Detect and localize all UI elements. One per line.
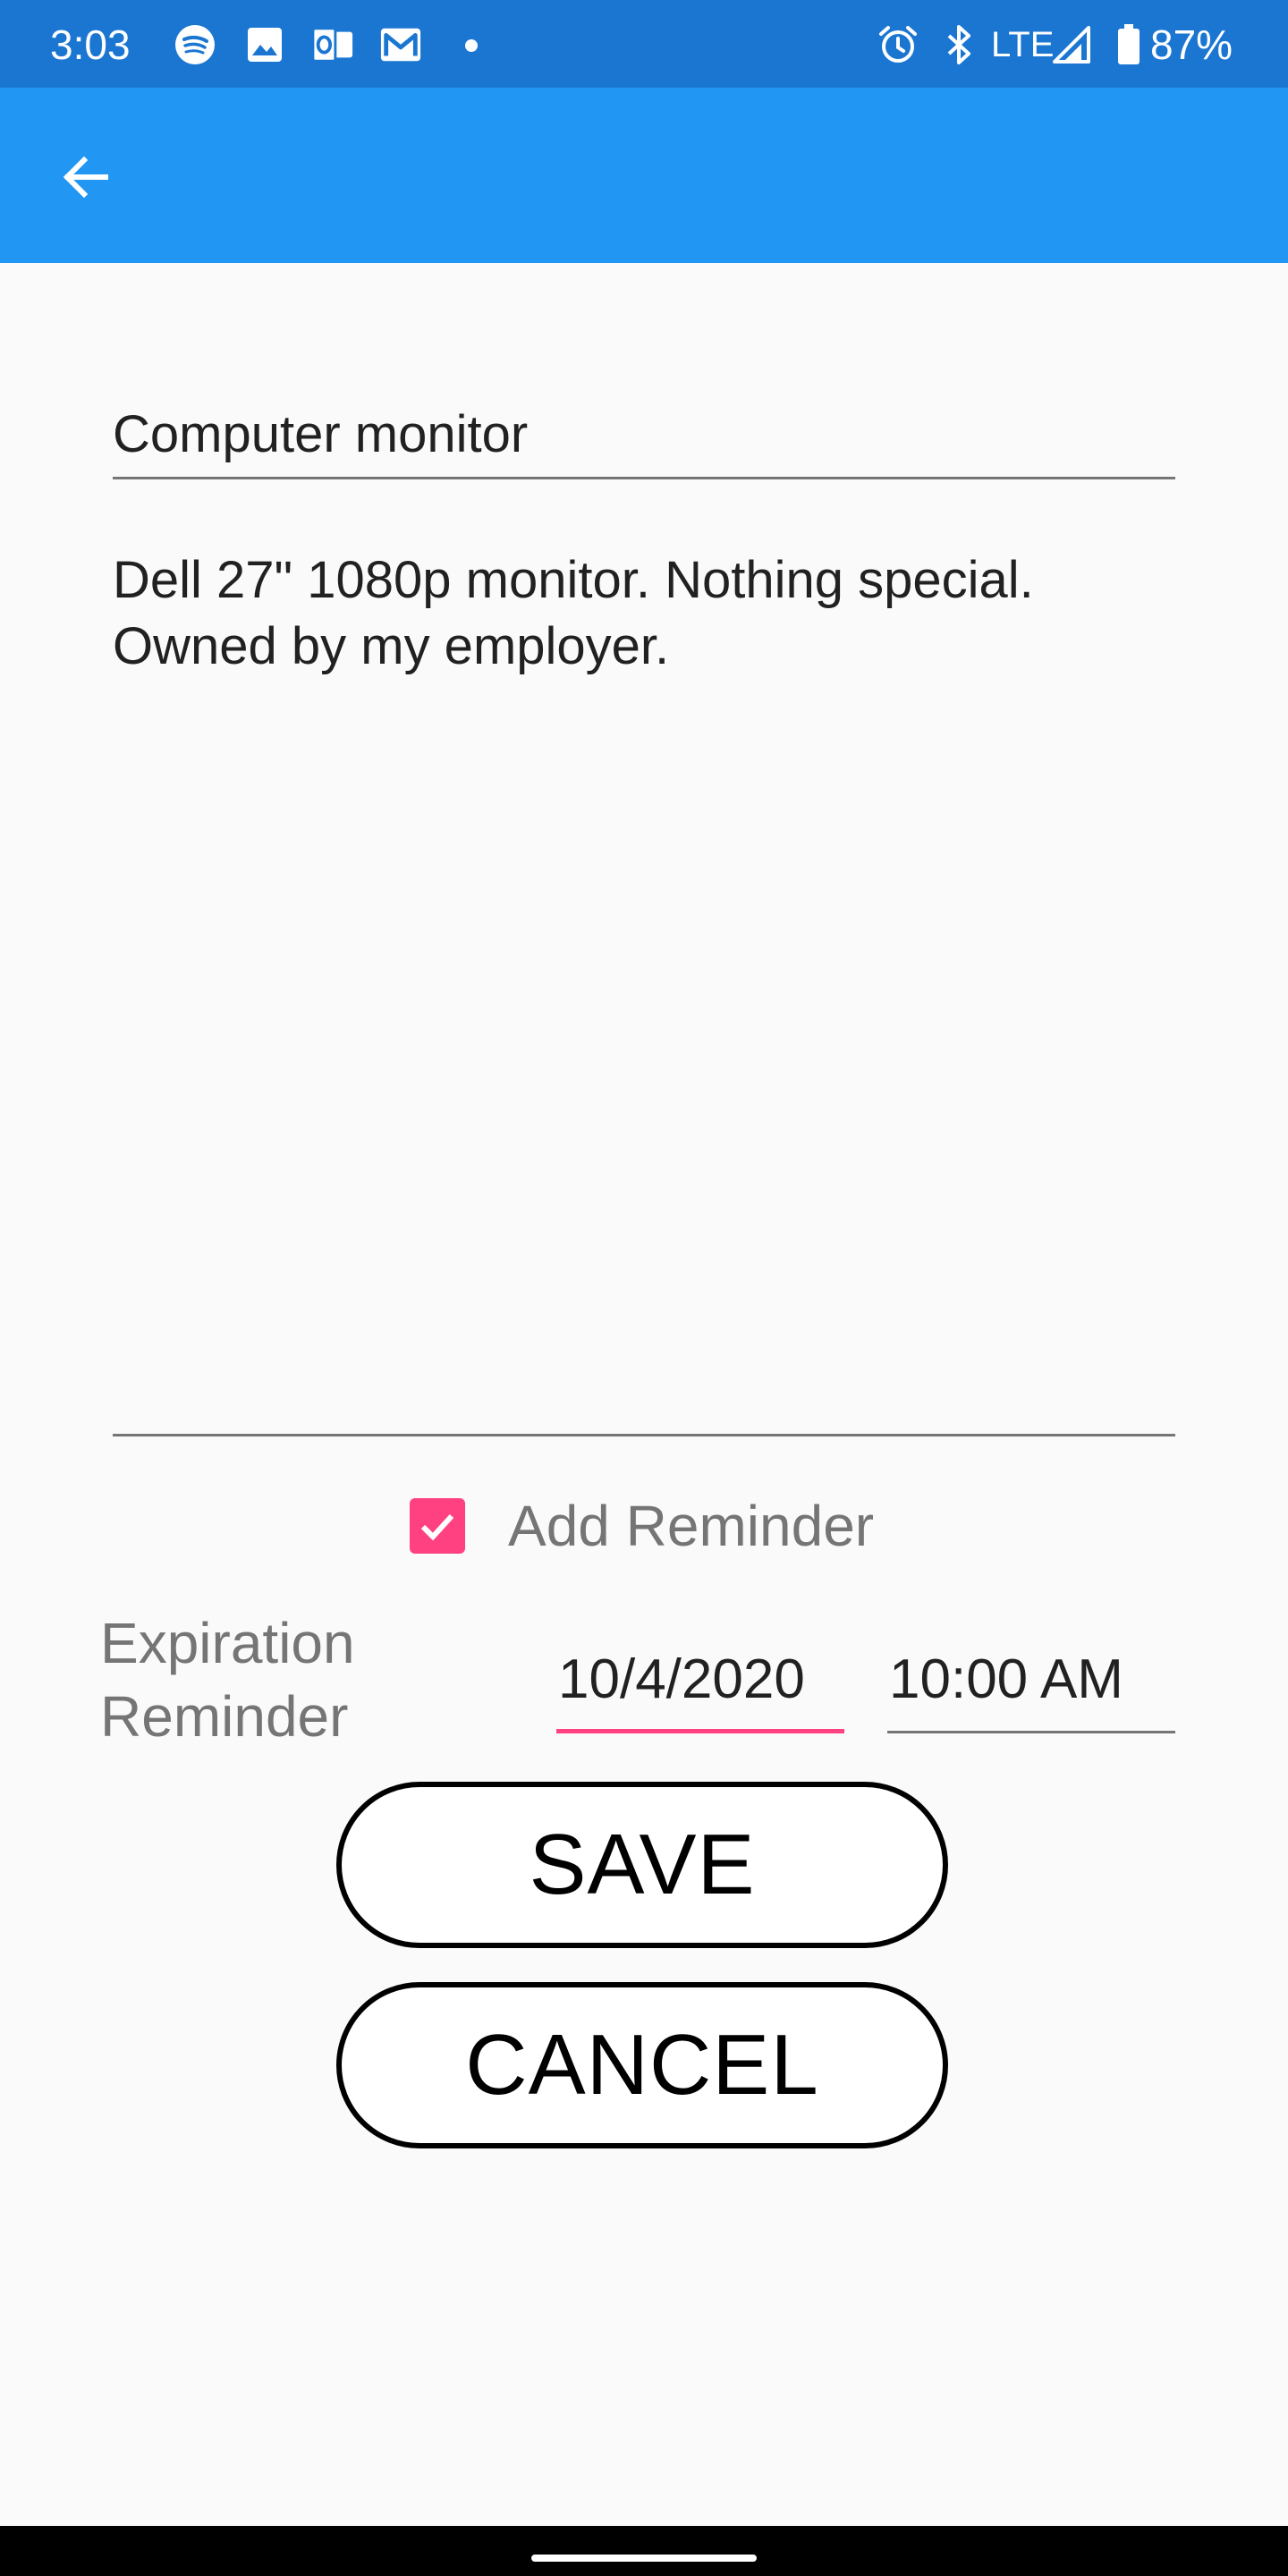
check-icon (420, 1513, 454, 1541)
add-reminder-label: Add Reminder (508, 1494, 875, 1558)
description-value: Dell 27" 1080p monitor. Nothing special.… (113, 551, 1034, 675)
save-button[interactable]: SAVE (336, 1782, 948, 1948)
description-field[interactable]: Dell 27" 1080p monitor. Nothing special.… (113, 547, 1175, 1436)
battery-percentage: 87% (1150, 21, 1233, 68)
gallery-icon (243, 23, 286, 66)
status-bar: 3:03 LTE 87% (0, 0, 1288, 88)
battery-icon (1107, 23, 1150, 66)
back-button[interactable] (50, 141, 122, 213)
alarm-icon (877, 23, 919, 66)
title-field[interactable]: Computer monitor (113, 392, 1175, 479)
network-type: LTE (991, 25, 1055, 64)
add-reminder-row[interactable]: Add Reminder (410, 1488, 874, 1563)
time-value: 10:00 AM (889, 1648, 1123, 1710)
date-value: 10/4/2020 (558, 1648, 805, 1710)
cancel-button[interactable]: CANCEL (336, 1982, 948, 2148)
add-reminder-checkbox[interactable] (410, 1498, 465, 1554)
status-time: 3:03 (50, 21, 131, 68)
notification-dot-icon (465, 39, 478, 52)
arrow-back-icon (63, 156, 108, 199)
gmail-icon (379, 23, 422, 66)
home-handle[interactable] (531, 2555, 757, 2562)
title-value: Computer monitor (113, 405, 529, 463)
expiration-reminder-label: Expiration Reminder (100, 1611, 355, 1749)
app-bar (0, 88, 1288, 263)
bluetooth-icon (937, 23, 980, 66)
navigation-bar (0, 2526, 1288, 2576)
spotify-icon (174, 23, 216, 66)
signal-icon (1050, 23, 1093, 66)
outlook-icon (311, 23, 354, 66)
date-picker-field[interactable]: 10/4/2020 (556, 1633, 844, 1733)
time-picker-field[interactable]: 10:00 AM (887, 1633, 1175, 1733)
